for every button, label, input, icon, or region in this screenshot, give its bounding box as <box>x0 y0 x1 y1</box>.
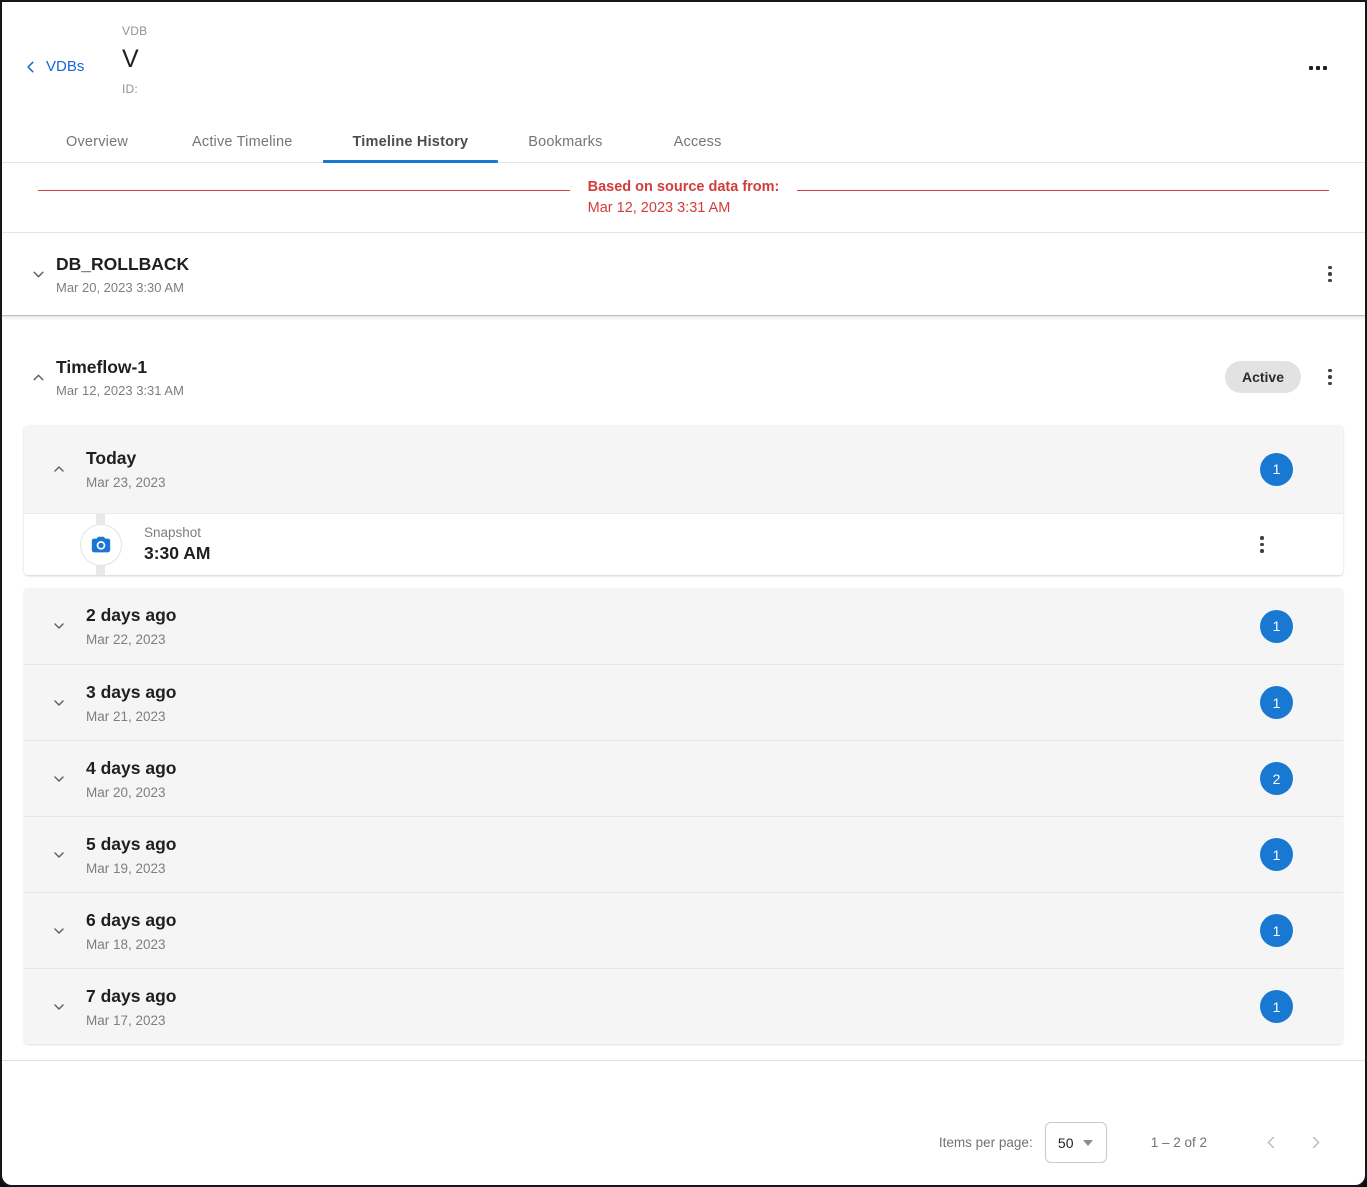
chevron-down-icon[interactable] <box>46 690 72 716</box>
day-title: Today <box>86 448 166 469</box>
chevron-up-icon[interactable] <box>46 456 72 482</box>
chevron-left-icon <box>24 60 38 74</box>
day-group-list: Today Mar 23, 2023 1 <box>2 425 1365 1060</box>
tab-access[interactable]: Access <box>633 122 763 162</box>
day-date: Mar 23, 2023 <box>86 475 166 490</box>
previous-page-button[interactable] <box>1251 1123 1291 1163</box>
snapshot-count-badge: 1 <box>1260 838 1293 871</box>
kebab-menu-icon[interactable] <box>1317 364 1343 390</box>
page-range-label: 1 – 2 of 2 <box>1151 1135 1207 1150</box>
snapshot-count-badge: 1 <box>1260 914 1293 947</box>
back-to-vdbs-link[interactable]: VDBs <box>24 58 84 75</box>
vdb-id-label: ID: <box>122 82 147 96</box>
timeflow-panel-db-rollback: DB_ROLLBACK Mar 20, 2023 3:30 AM <box>2 233 1365 316</box>
day-title: 6 days ago <box>86 910 176 931</box>
day-title: 2 days ago <box>86 605 176 626</box>
day-row-3-days-ago[interactable]: 3 days ago Mar 21, 2023 1 <box>24 664 1343 740</box>
timeflow-name: Timeflow-1 <box>56 357 184 378</box>
title-block: VDB V ID: <box>122 24 147 96</box>
app-window: VDBs VDB V ID: Overview Active Timeline … <box>0 0 1367 1187</box>
day-date: Mar 18, 2023 <box>86 937 176 952</box>
snapshot-count-badge: 1 <box>1260 686 1293 719</box>
timeflow-header[interactable]: Timeflow-1 Mar 12, 2023 3:31 AM Active <box>2 329 1365 425</box>
day-header-today[interactable]: Today Mar 23, 2023 1 <box>24 425 1343 513</box>
timeflow-panel-timeflow-1: Timeflow-1 Mar 12, 2023 3:31 AM Active T… <box>2 329 1365 1061</box>
items-per-page-value: 50 <box>1058 1135 1074 1151</box>
items-per-page-label: Items per page: <box>939 1135 1033 1150</box>
chevron-down-icon[interactable] <box>46 613 72 639</box>
timeflow-date: Mar 20, 2023 3:30 AM <box>56 280 189 295</box>
timeflow-name: DB_ROLLBACK <box>56 254 189 275</box>
timeflow-header[interactable]: DB_ROLLBACK Mar 20, 2023 3:30 AM <box>2 233 1365 315</box>
day-title: 5 days ago <box>86 834 176 855</box>
banner-text: Based on source data from: Mar 12, 2023 … <box>570 179 798 218</box>
collapsed-day-stack: 2 days ago Mar 22, 2023 1 3 days ago Mar… <box>24 588 1343 1044</box>
back-link-label: VDBs <box>46 58 84 75</box>
snapshot-count-badge: 2 <box>1260 762 1293 795</box>
chevron-down-icon[interactable] <box>46 842 72 868</box>
day-date: Mar 20, 2023 <box>86 785 176 800</box>
snapshot-row[interactable]: Snapshot 3:30 AM <box>24 513 1343 575</box>
vdb-type-label: VDB <box>122 24 147 38</box>
kebab-menu-icon[interactable] <box>1249 532 1275 558</box>
day-title: 7 days ago <box>86 986 176 1007</box>
day-date: Mar 17, 2023 <box>86 1013 176 1028</box>
page-header: VDBs VDB V ID: <box>2 2 1365 122</box>
timeflow-title-group: DB_ROLLBACK Mar 20, 2023 3:30 AM <box>56 254 189 295</box>
camera-icon <box>90 534 112 556</box>
tab-bar: Overview Active Timeline Timeline Histor… <box>2 122 1365 163</box>
more-horizontal-icon[interactable] <box>1303 60 1333 76</box>
day-date: Mar 21, 2023 <box>86 709 176 724</box>
caret-down-icon <box>1083 1140 1093 1146</box>
banner-heading: Based on source data from: <box>588 179 780 196</box>
snapshot-icon-circle <box>80 524 122 566</box>
banner-rule-left <box>38 190 570 191</box>
day-title-group: Today Mar 23, 2023 <box>86 448 166 490</box>
snapshot-time: 3:30 AM <box>144 543 210 564</box>
tab-timeline-history[interactable]: Timeline History <box>323 122 499 162</box>
tab-active-timeline[interactable]: Active Timeline <box>162 122 323 162</box>
source-data-banner: Based on source data from: Mar 12, 2023 … <box>2 163 1365 233</box>
tab-bookmarks[interactable]: Bookmarks <box>498 122 632 162</box>
chevron-down-icon[interactable] <box>46 994 72 1020</box>
tab-overview[interactable]: Overview <box>32 122 162 162</box>
banner-timestamp: Mar 12, 2023 3:31 AM <box>588 199 780 218</box>
day-date: Mar 22, 2023 <box>86 632 176 647</box>
banner-rule-right <box>797 190 1329 191</box>
day-row-2-days-ago[interactable]: 2 days ago Mar 22, 2023 1 <box>24 588 1343 664</box>
chevron-up-icon[interactable] <box>24 363 52 391</box>
snapshot-labels: Snapshot 3:30 AM <box>144 525 210 564</box>
page-title: V <box>122 45 147 74</box>
day-panel-today: Today Mar 23, 2023 1 <box>24 425 1343 575</box>
day-title: 3 days ago <box>86 682 176 703</box>
snapshot-count-badge: 1 <box>1260 610 1293 643</box>
day-row-6-days-ago[interactable]: 6 days ago Mar 18, 2023 1 <box>24 892 1343 968</box>
timeflow-date: Mar 12, 2023 3:31 AM <box>56 383 184 398</box>
day-title: 4 days ago <box>86 758 176 779</box>
snapshot-type-label: Snapshot <box>144 525 210 540</box>
day-row-4-days-ago[interactable]: 4 days ago Mar 20, 2023 2 <box>24 740 1343 816</box>
snapshot-count-badge: 1 <box>1260 453 1293 486</box>
kebab-menu-icon[interactable] <box>1317 261 1343 287</box>
chevron-down-icon[interactable] <box>46 766 72 792</box>
items-per-page-select[interactable]: 50 <box>1045 1122 1107 1163</box>
chevron-down-icon[interactable] <box>46 918 72 944</box>
day-row-7-days-ago[interactable]: 7 days ago Mar 17, 2023 1 <box>24 968 1343 1044</box>
status-badge-active: Active <box>1225 361 1301 393</box>
snapshot-count-badge: 1 <box>1260 990 1293 1023</box>
chevron-down-icon[interactable] <box>24 260 52 288</box>
timeflow-title-group: Timeflow-1 Mar 12, 2023 3:31 AM <box>56 357 184 398</box>
pagination-bar: Items per page: 50 1 – 2 of 2 <box>2 1122 1365 1185</box>
day-date: Mar 19, 2023 <box>86 861 176 876</box>
day-row-5-days-ago[interactable]: 5 days ago Mar 19, 2023 1 <box>24 816 1343 892</box>
next-page-button[interactable] <box>1295 1123 1335 1163</box>
